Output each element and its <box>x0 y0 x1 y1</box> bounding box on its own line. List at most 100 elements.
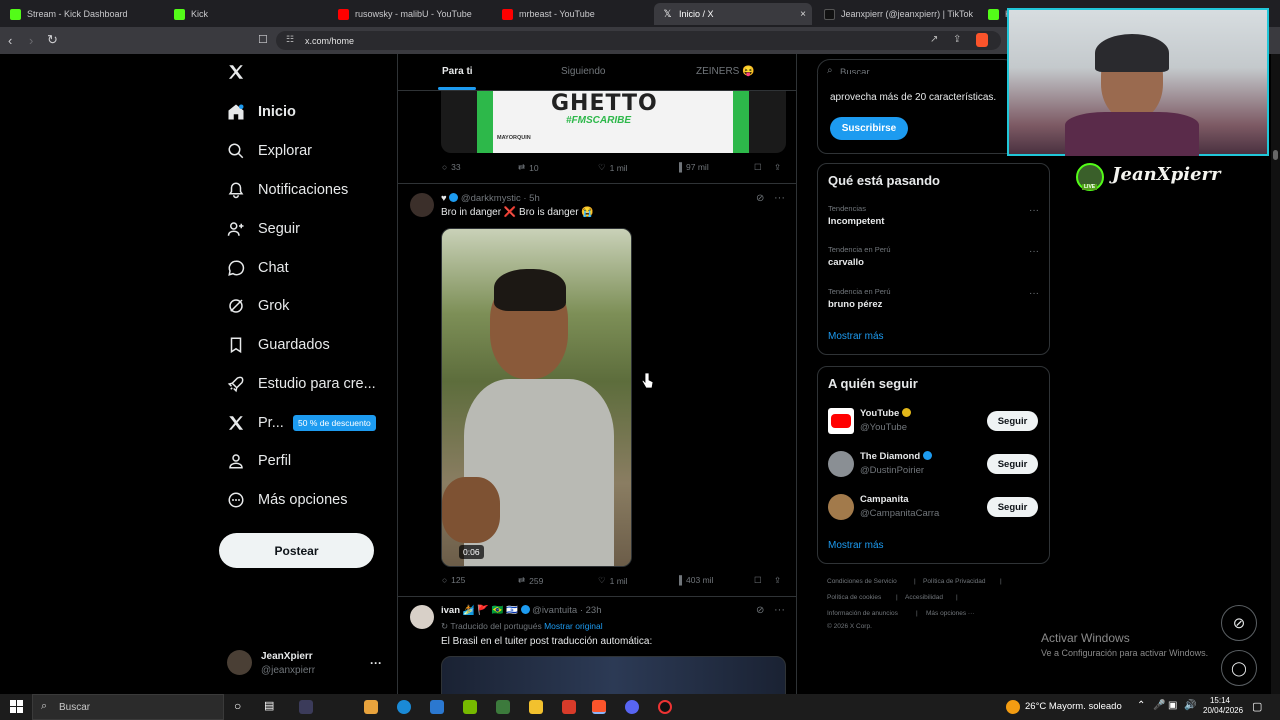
trend-menu-icon[interactable]: ··· <box>1029 288 1039 299</box>
sidebar-item-chat[interactable]: Chat <box>227 254 289 282</box>
tab-kick-2[interactable]: K <box>980 3 1010 25</box>
reload-icon[interactable]: ↻ <box>47 32 58 48</box>
footer-link[interactable]: Condiciones de Servicio <box>827 578 897 585</box>
app-icon[interactable] <box>299 700 313 714</box>
file-explorer-icon[interactable] <box>529 700 543 714</box>
post-time[interactable]: · 23h <box>580 605 602 616</box>
app-icon[interactable] <box>562 700 576 714</box>
bookmark-post-icon[interactable]: ☐ <box>754 575 762 586</box>
address-bar[interactable]: ☷ x.com/home ↗ ⇪ <box>276 31 1001 50</box>
discord-icon[interactable] <box>625 700 639 714</box>
avatar[interactable] <box>410 605 434 629</box>
trend-menu-icon[interactable]: ··· <box>1029 205 1039 216</box>
tab-zeiners[interactable]: ZEINERS 😝 <box>696 66 755 77</box>
tab-youtube-rusowsky[interactable]: rusowsky - malibU - YouTube <box>330 3 490 25</box>
follow-name[interactable]: The Diamond <box>860 451 932 462</box>
reply-button[interactable]: ○ 33 <box>442 162 461 172</box>
edge-icon[interactable] <box>397 700 411 714</box>
subscribe-button[interactable]: Suscribirse <box>830 117 908 140</box>
sidebar-item-mas-opciones[interactable]: Más opciones <box>227 486 347 514</box>
trend-name[interactable]: carvallo <box>828 257 864 268</box>
sidebar-item-inicio[interactable]: Inicio <box>227 98 296 126</box>
follow-name[interactable]: YouTube <box>860 408 911 419</box>
clock[interactable]: 15:14 20/04/2026 <box>1203 696 1243 716</box>
footer-link[interactable]: Información de anuncios <box>827 610 898 617</box>
avatar[interactable] <box>410 193 434 217</box>
footer-link[interactable]: Accesibilidad <box>905 594 943 601</box>
like-button[interactable]: ♡ 1 mil <box>598 162 628 173</box>
post-image[interactable]: GHETTO #FMSCARIBE MAYORQUIN <box>441 91 786 153</box>
tab-kick-dashboard[interactable]: Stream - Kick Dashboard <box>2 3 162 25</box>
scrollbar-thumb[interactable] <box>1273 150 1278 160</box>
nvidia-icon[interactable] <box>463 700 477 714</box>
weather-icon[interactable] <box>1006 700 1020 714</box>
show-more-follow-link[interactable]: Mostrar más <box>828 540 884 551</box>
share-post-icon[interactable]: ⇪ <box>774 162 781 173</box>
post-menu-icon[interactable]: ··· <box>774 604 785 616</box>
messages-fab[interactable]: ◯ <box>1221 650 1257 686</box>
youtube-avatar[interactable] <box>828 408 854 434</box>
bookmark-page-icon[interactable]: ☐ <box>258 33 268 46</box>
x-logo-icon[interactable] <box>227 63 245 81</box>
brave-shield-icon[interactable] <box>976 33 988 47</box>
bookmark-post-icon[interactable]: ☐ <box>754 162 762 173</box>
repost-button[interactable]: ⇄ 259 <box>518 575 543 586</box>
notifications-icon[interactable]: ▢ <box>1252 700 1262 713</box>
grok-post-icon[interactable]: ⊘ <box>756 193 764 204</box>
follow-name[interactable]: Campanita <box>860 494 909 505</box>
forward-icon[interactable]: › <box>29 33 33 48</box>
follow-button[interactable]: Seguir <box>987 454 1038 474</box>
microphone-icon[interactable]: 🎤 <box>1153 700 1165 711</box>
open-external-icon[interactable]: ↗ <box>930 34 938 45</box>
cortana-icon[interactable]: ○ <box>234 699 241 713</box>
follow-button[interactable]: Seguir <box>987 497 1038 517</box>
tab-kick[interactable]: Kick <box>166 3 326 25</box>
sidebar-item-seguir[interactable]: Seguir <box>227 215 300 243</box>
back-icon[interactable]: ‹ <box>8 33 12 48</box>
follow-button[interactable]: Seguir <box>987 411 1038 431</box>
post-menu-icon[interactable]: ··· <box>774 192 785 204</box>
sidebar-item-estudio[interactable]: Estudio para cre... <box>227 370 376 398</box>
sidebar-item-explorar[interactable]: Explorar <box>227 137 312 165</box>
sidebar-item-notificaciones[interactable]: Notificaciones <box>227 176 348 204</box>
show-original-link[interactable]: Mostrar original <box>544 621 603 631</box>
task-view-icon[interactable]: ▤ <box>264 699 274 712</box>
repost-button[interactable]: ⇄ 10 <box>518 162 539 173</box>
share-icon[interactable]: ⇪ <box>953 34 961 45</box>
close-tab-icon[interactable]: × <box>800 9 806 20</box>
post-time[interactable]: · 5h <box>523 193 539 204</box>
author-name[interactable]: ivan 🏄 🚩 🇧🇷 🇮🇱 <box>441 605 518 616</box>
show-more-trends-link[interactable]: Mostrar más <box>828 331 884 342</box>
mail-icon[interactable] <box>430 700 444 714</box>
footer-link[interactable]: Política de Privacidad <box>923 578 986 585</box>
views-button[interactable]: ▐ 97 mil <box>676 162 709 172</box>
avatar[interactable] <box>828 494 854 520</box>
views-button[interactable]: ▐ 403 mil <box>676 575 713 585</box>
sidebar-item-guardados[interactable]: Guardados <box>227 331 330 359</box>
avatar[interactable] <box>828 451 854 477</box>
trend-name[interactable]: Incompetent <box>828 216 884 227</box>
footer-link[interactable]: Política de cookies <box>827 594 881 601</box>
post-image[interactable] <box>441 656 786 694</box>
site-info-icon[interactable]: ☷ <box>286 34 294 45</box>
grok-fab[interactable]: ⊘ <box>1221 605 1257 641</box>
grok-post-icon[interactable]: ⊘ <box>756 605 764 616</box>
post-button[interactable]: Postear <box>219 533 374 568</box>
trend-menu-icon[interactable]: ··· <box>1029 246 1039 257</box>
author-handle[interactable]: @ivantuita <box>532 605 577 616</box>
post-video[interactable]: 0:06 <box>441 228 632 567</box>
sidebar-item-perfil[interactable]: Perfil <box>227 447 291 475</box>
obs-icon[interactable] <box>658 700 672 714</box>
footer-link[interactable]: Más opciones ··· <box>926 610 974 617</box>
account-menu-icon[interactable]: ··· <box>370 656 382 670</box>
network-icon[interactable]: ▣ <box>1168 700 1177 711</box>
sidebar-item-grok[interactable]: Grok <box>227 292 289 320</box>
tab-youtube-mrbeast[interactable]: mrbeast - YouTube <box>494 3 654 25</box>
windows-start-icon[interactable] <box>10 700 23 713</box>
avatar[interactable] <box>227 650 252 675</box>
volume-icon[interactable]: 🔊 <box>1184 700 1196 711</box>
reply-button[interactable]: ○ 125 <box>442 575 465 585</box>
tab-para-ti[interactable]: Para ti <box>442 66 473 77</box>
scrollbar[interactable] <box>1271 54 1280 694</box>
trend-name[interactable]: bruno pérez <box>828 299 882 310</box>
